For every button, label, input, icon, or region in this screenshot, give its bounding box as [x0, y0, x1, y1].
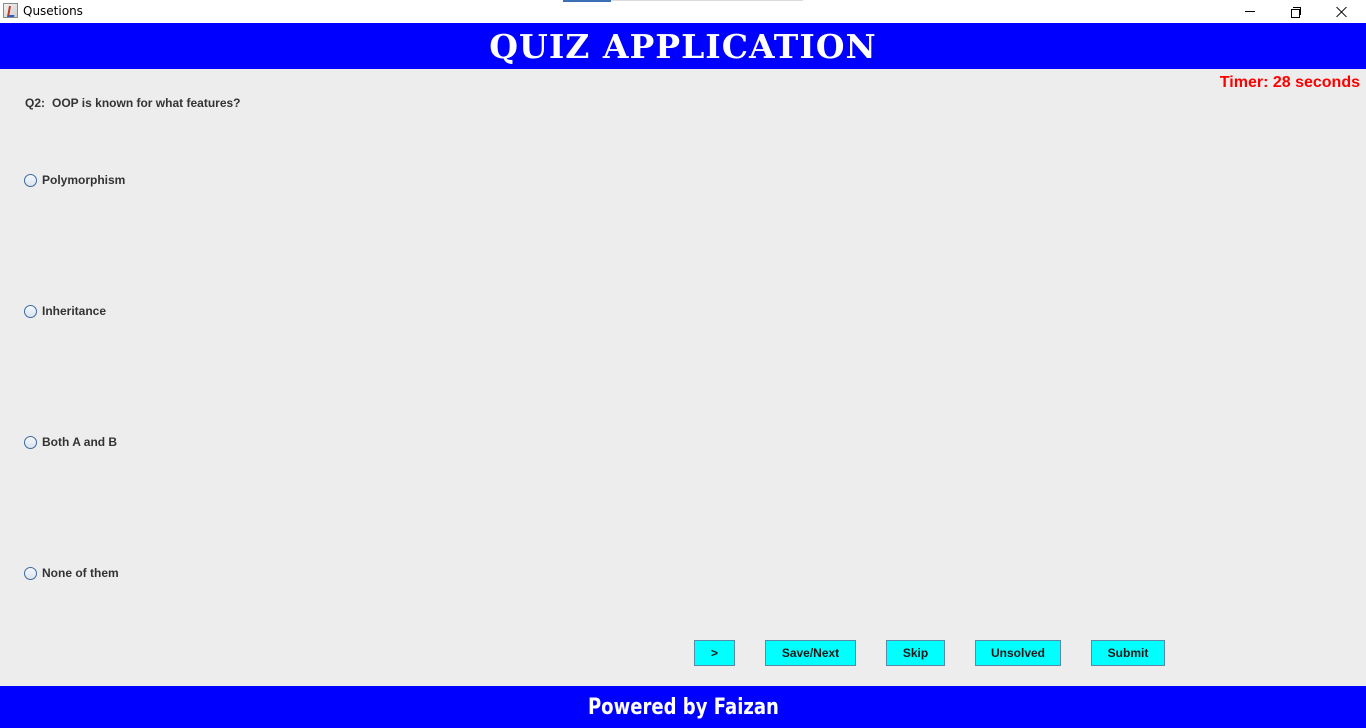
radio-button[interactable]: [24, 304, 37, 318]
title-bar: Qusetions: [0, 0, 1366, 23]
powered-by-label: Powered by Faizan: [587, 694, 779, 720]
option-label: Inheritance: [42, 304, 107, 318]
question-text: OOP is known for what features?: [52, 96, 241, 110]
option-both-a-and-b[interactable]: Both A and B: [24, 435, 117, 449]
unsolved-button[interactable]: Unsolved: [975, 640, 1061, 666]
app-footer: Powered by Faizan: [0, 686, 1366, 728]
option-polymorphism[interactable]: Polymorphism: [24, 173, 125, 187]
restore-icon: [1291, 6, 1301, 18]
next-arrow-button[interactable]: >: [694, 640, 735, 666]
question-number: Q2:: [25, 96, 46, 110]
radio-button[interactable]: [24, 566, 37, 580]
question-label: Q2: OOP is known for what features?: [25, 96, 241, 110]
restore-button[interactable]: [1273, 0, 1319, 23]
quiz-window: Qusetions QUIZ APPLICATION Timer: 28 sec…: [0, 0, 1366, 728]
option-inheritance[interactable]: Inheritance: [24, 304, 106, 318]
timer-label: Timer: 28 seconds: [1219, 74, 1360, 91]
minimize-button[interactable]: [1227, 0, 1273, 23]
app-heading: QUIZ APPLICATION: [489, 26, 877, 66]
option-label: None of them: [42, 566, 119, 580]
title-bar-accent: [563, 0, 611, 2]
option-label: Both A and B: [42, 435, 118, 449]
java-cup-icon: [3, 3, 18, 18]
option-none-of-them[interactable]: None of them: [24, 566, 119, 580]
skip-button[interactable]: Skip: [886, 640, 945, 666]
radio-button[interactable]: [24, 435, 37, 449]
save-next-button[interactable]: Save/Next: [765, 640, 856, 666]
option-label: Polymorphism: [42, 173, 126, 187]
minimize-icon: [1245, 11, 1255, 12]
window-title: Qusetions: [23, 4, 83, 18]
radio-button[interactable]: [24, 173, 37, 187]
app-header: QUIZ APPLICATION: [0, 23, 1366, 69]
close-button[interactable]: [1319, 0, 1365, 23]
submit-button[interactable]: Submit: [1091, 640, 1165, 666]
close-icon: [1336, 6, 1348, 18]
